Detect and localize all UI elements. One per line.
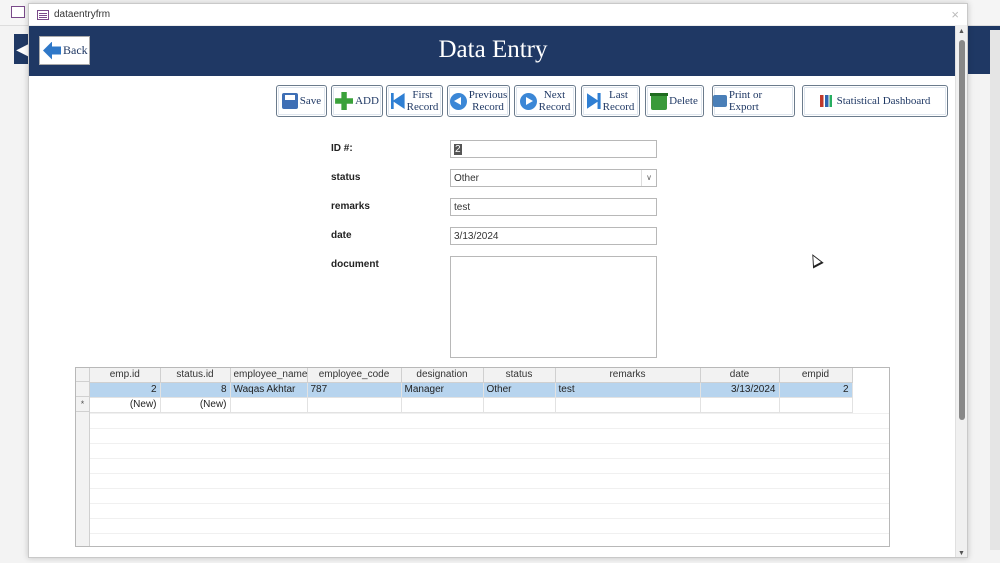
datasheet-table: emp.id status.id employee_name employee_… bbox=[90, 368, 853, 413]
cell-remarks[interactable]: test bbox=[555, 382, 701, 398]
cell-date[interactable]: 3/13/2024 bbox=[700, 382, 780, 398]
status-value: Other bbox=[454, 173, 480, 184]
col-header-empid[interactable]: empid bbox=[779, 368, 853, 383]
save-label: Save bbox=[299, 95, 322, 107]
new-record-row[interactable]: (New) (New) bbox=[90, 397, 853, 413]
record-selector-column: * bbox=[76, 368, 90, 546]
statistical-dashboard-button[interactable]: Statistical Dashboard bbox=[802, 85, 948, 117]
status-select[interactable]: Other ∨ bbox=[450, 169, 657, 187]
first-record-label: First Record bbox=[406, 89, 439, 113]
app-icon bbox=[11, 6, 25, 18]
select-all-corner[interactable] bbox=[76, 368, 89, 382]
delete-label: Delete bbox=[669, 95, 698, 107]
col-header-employee-code[interactable]: employee_code bbox=[307, 368, 402, 383]
window-title: dataentryfrm bbox=[54, 9, 111, 20]
cell-emp-id[interactable]: 2 bbox=[90, 382, 161, 398]
next-record-icon bbox=[519, 92, 537, 110]
datasheet-table-wrap: emp.id status.id employee_name employee_… bbox=[90, 368, 853, 546]
date-value: 3/13/2024 bbox=[454, 231, 499, 242]
trash-icon bbox=[650, 92, 669, 110]
delete-button[interactable]: Delete bbox=[645, 85, 704, 117]
status-label: status bbox=[331, 172, 361, 183]
col-header-status[interactable]: status bbox=[483, 368, 556, 383]
id-field[interactable]: 2 bbox=[450, 140, 657, 158]
save-icon bbox=[281, 93, 298, 109]
cell-empid[interactable]: 2 bbox=[779, 382, 853, 398]
cell-new-emp-id[interactable]: (New) bbox=[90, 397, 161, 413]
date-label: date bbox=[331, 230, 352, 241]
print-export-label: Print or Export bbox=[728, 89, 763, 113]
printer-icon bbox=[713, 95, 727, 107]
chevron-down-icon[interactable]: ∨ bbox=[641, 170, 656, 186]
datasheet: * emp.id status.id employee_name employe… bbox=[75, 367, 890, 547]
scroll-down-icon[interactable]: ▼ bbox=[958, 550, 965, 557]
cell-employee-code[interactable]: 787 bbox=[307, 382, 402, 398]
print-export-button[interactable]: Print or Export bbox=[712, 85, 795, 117]
last-record-label: Last Record bbox=[602, 89, 635, 113]
window-titlebar: dataentryfrm × bbox=[29, 4, 967, 26]
previous-record-icon bbox=[449, 92, 467, 110]
first-record-button[interactable]: First Record bbox=[386, 85, 443, 117]
background-scroll-area bbox=[990, 30, 1000, 550]
col-header-employee-name[interactable]: employee_name bbox=[230, 368, 308, 383]
cell-new[interactable] bbox=[483, 397, 556, 413]
next-record-button[interactable]: Next Record bbox=[514, 85, 576, 117]
form-icon bbox=[37, 9, 49, 20]
record-selector[interactable] bbox=[76, 382, 89, 397]
cell-status-id[interactable]: 8 bbox=[160, 382, 231, 398]
col-header-designation[interactable]: designation bbox=[401, 368, 484, 383]
remarks-field[interactable]: test bbox=[450, 198, 657, 216]
id-label: ID #: bbox=[331, 143, 353, 154]
table-row[interactable]: 2 8 Waqas Akhtar 787 Manager Other test … bbox=[90, 382, 853, 398]
bar-chart-icon bbox=[819, 95, 832, 107]
plus-icon bbox=[335, 92, 354, 110]
cell-employee-name[interactable]: Waqas Akhtar bbox=[230, 382, 308, 398]
vertical-scrollbar[interactable]: ▲ ▼ bbox=[955, 26, 967, 557]
first-record-icon bbox=[390, 93, 405, 109]
cell-status[interactable]: Other bbox=[483, 382, 556, 398]
cell-new[interactable] bbox=[779, 397, 853, 413]
cell-new[interactable] bbox=[401, 397, 484, 413]
cell-new-status-id[interactable]: (New) bbox=[160, 397, 231, 413]
form-window: dataentryfrm × Back Data Entry Save ADD … bbox=[28, 3, 968, 558]
page-title: Data Entry bbox=[438, 36, 548, 63]
col-header-status-id[interactable]: status.id bbox=[160, 368, 231, 383]
previous-record-label: Previous Record bbox=[468, 89, 508, 113]
previous-record-button[interactable]: Previous Record bbox=[447, 85, 510, 117]
col-header-remarks[interactable]: remarks bbox=[555, 368, 701, 383]
cell-new[interactable] bbox=[700, 397, 780, 413]
form-header: Back Data Entry bbox=[29, 26, 957, 76]
document-attachment-box[interactable] bbox=[450, 256, 657, 358]
remarks-value: test bbox=[454, 202, 471, 213]
id-value: 2 bbox=[454, 144, 462, 155]
last-record-button[interactable]: Last Record bbox=[581, 85, 640, 117]
close-icon[interactable]: × bbox=[951, 7, 959, 22]
scroll-up-icon[interactable]: ▲ bbox=[958, 28, 965, 35]
header-row: emp.id status.id employee_name employee_… bbox=[90, 368, 853, 383]
col-header-emp-id[interactable]: emp.id bbox=[90, 368, 161, 383]
add-label: ADD bbox=[355, 95, 379, 107]
date-field[interactable]: 3/13/2024 bbox=[450, 227, 657, 245]
document-label: document bbox=[331, 259, 379, 270]
col-header-date[interactable]: date bbox=[700, 368, 780, 383]
cell-new[interactable] bbox=[307, 397, 402, 413]
cell-designation[interactable]: Manager bbox=[401, 382, 484, 398]
next-record-label: Next Record bbox=[538, 89, 571, 113]
save-button[interactable]: Save bbox=[276, 85, 327, 117]
new-record-marker: * bbox=[76, 397, 89, 412]
scroll-thumb[interactable] bbox=[959, 40, 965, 420]
add-button[interactable]: ADD bbox=[331, 85, 383, 117]
statistical-dashboard-label: Statistical Dashboard bbox=[836, 95, 931, 107]
cell-new[interactable] bbox=[230, 397, 308, 413]
cell-new[interactable] bbox=[555, 397, 701, 413]
remarks-label: remarks bbox=[331, 201, 370, 212]
last-record-icon bbox=[586, 93, 601, 109]
